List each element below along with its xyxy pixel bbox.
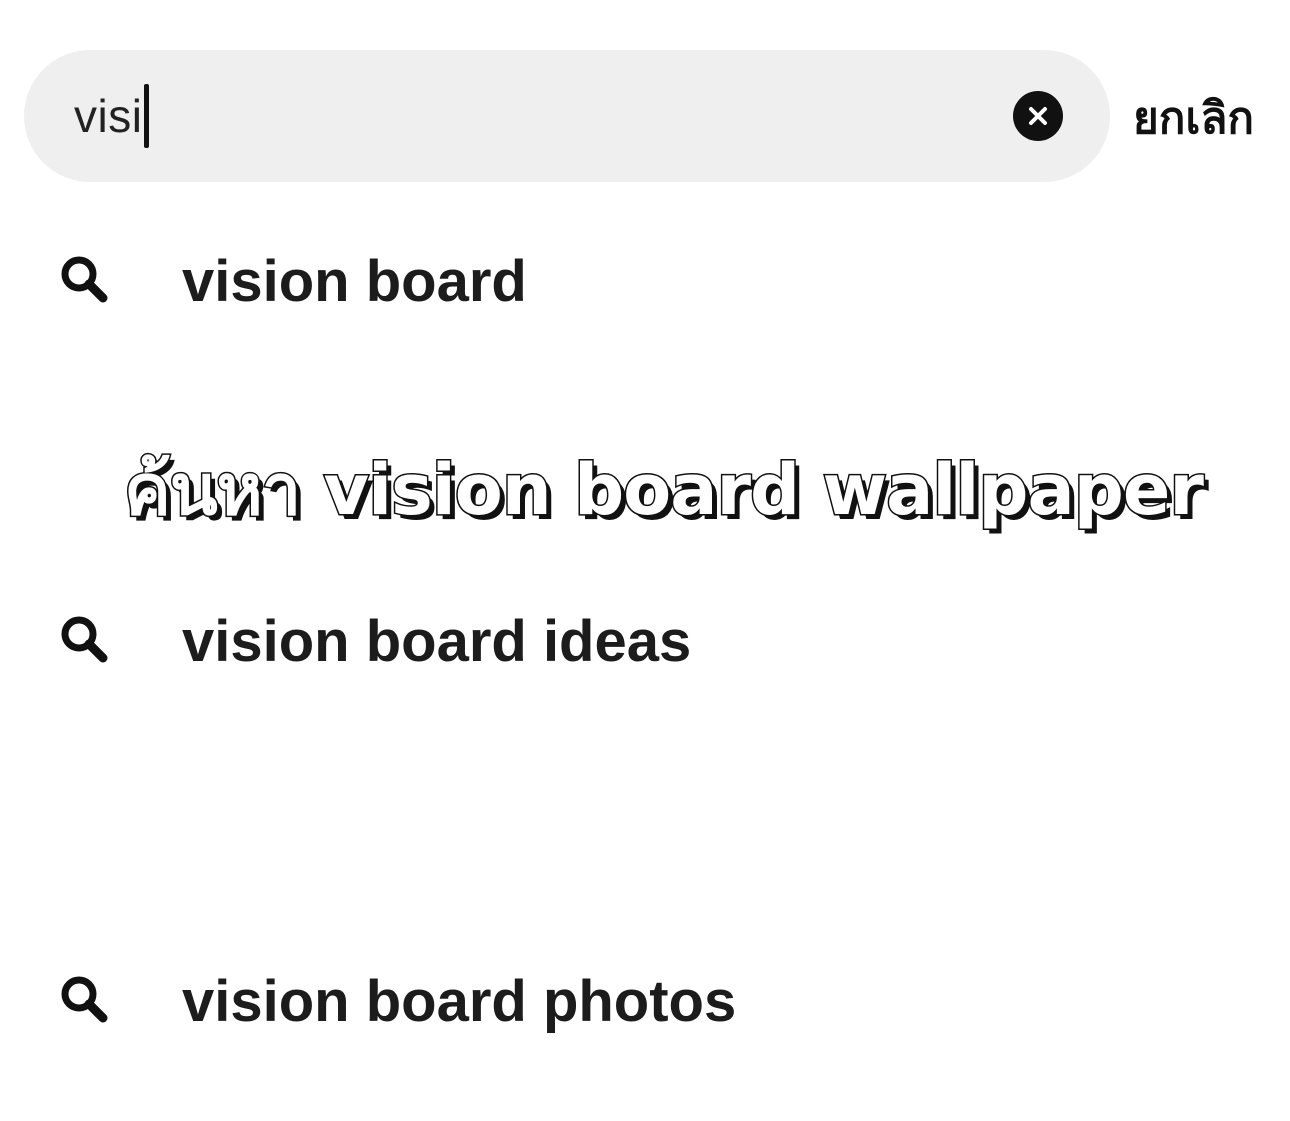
search-input[interactable]: visi <box>74 84 150 148</box>
suggestion-label: vision board ideas <box>182 609 692 674</box>
text-caret <box>144 84 150 148</box>
suggestion-item-vision-board-ideas[interactable]: vision board ideas <box>0 580 1290 700</box>
cancel-button[interactable]: ยกเลิก <box>1133 88 1254 148</box>
search-icon <box>61 256 108 303</box>
search-icon <box>61 976 108 1023</box>
suggestion-label: vision board <box>182 249 527 314</box>
x-circle-icon <box>1029 107 1047 125</box>
search-icon <box>61 616 108 663</box>
suggestion-item-vision-board[interactable]: vision board <box>0 220 1290 340</box>
search-bar[interactable] <box>24 50 1110 182</box>
overlay-caption: ค้นหา vision board wallpaper <box>123 448 1206 533</box>
search-query: visi <box>74 90 143 142</box>
clear-search-button[interactable] <box>1013 91 1063 141</box>
suggestion-label: vision board photos <box>182 969 737 1034</box>
suggestion-item-vision-board-photos[interactable]: vision board photos <box>0 940 1290 1060</box>
